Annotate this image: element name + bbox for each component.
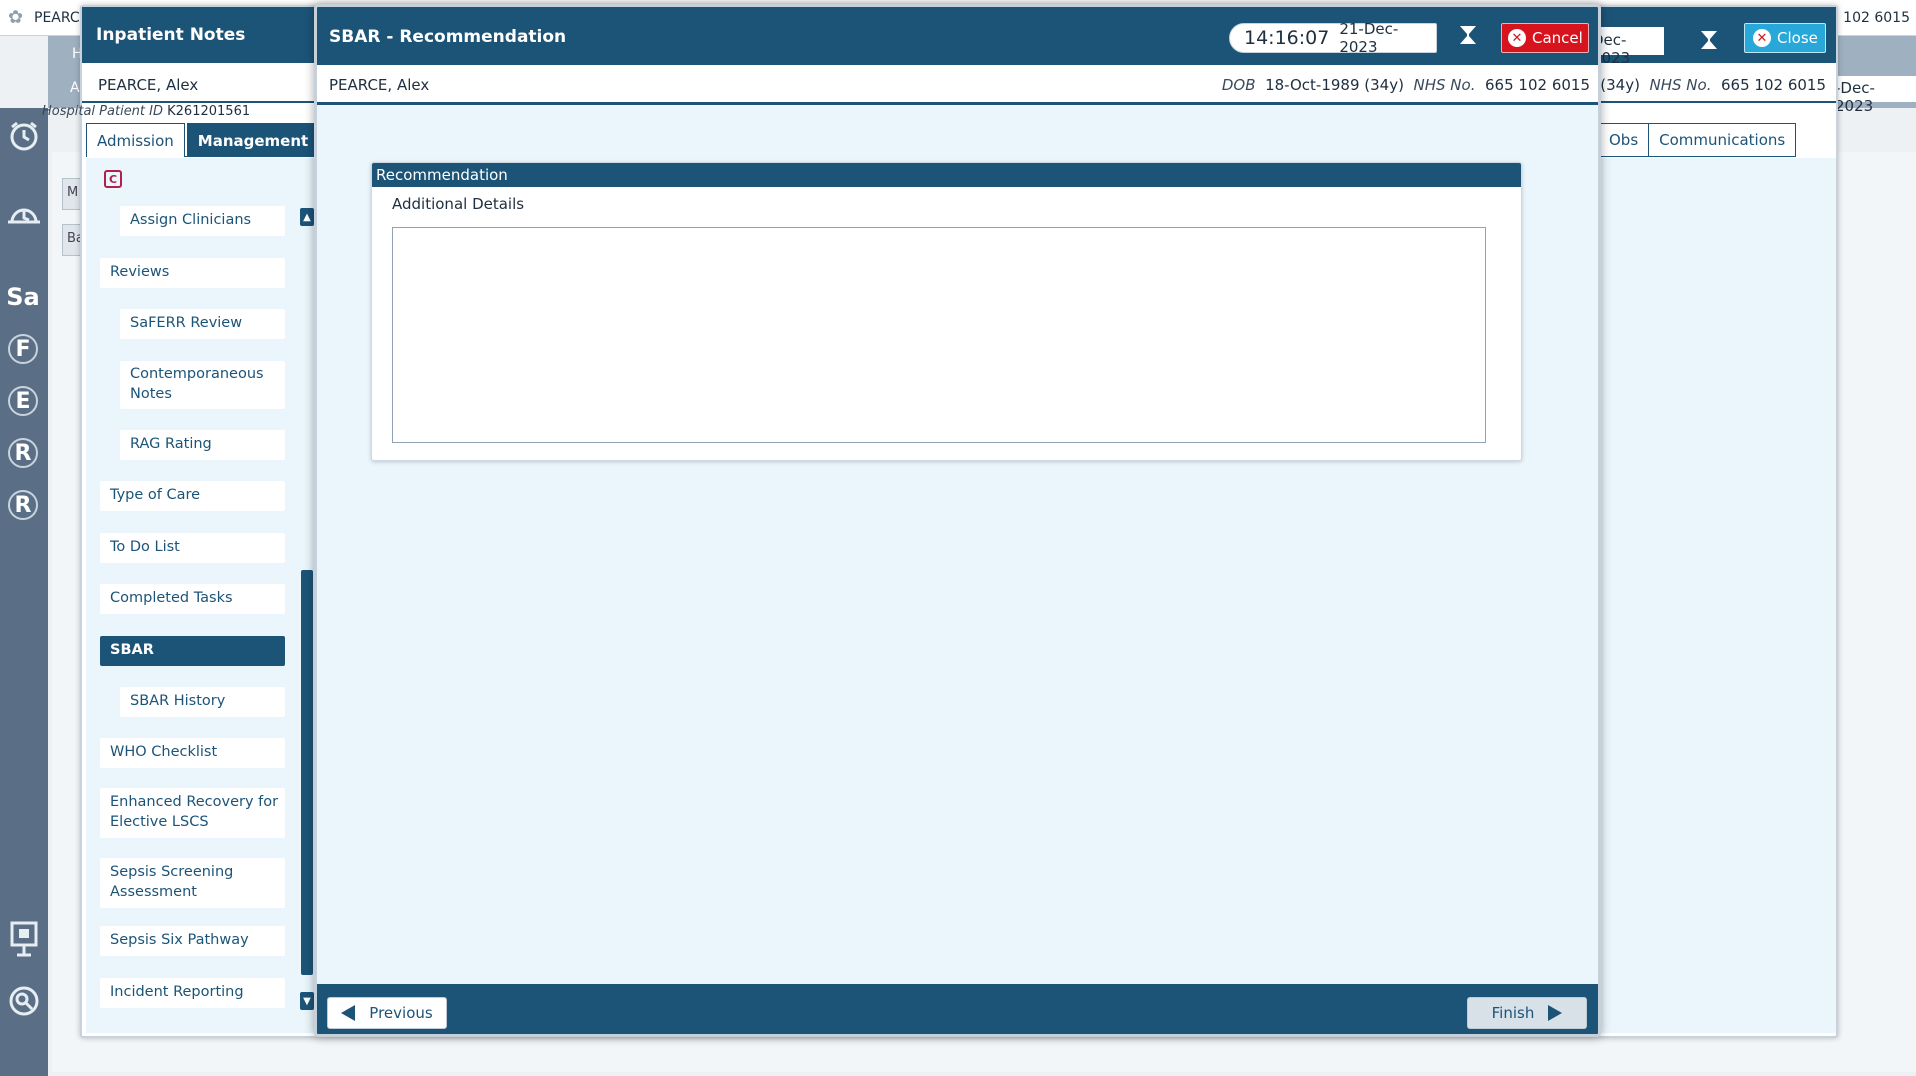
notes-tabs: Admission Management R: [86, 123, 344, 157]
menu-item-who-checklist[interactable]: WHO Checklist: [100, 738, 285, 768]
section-title: Recommendation: [372, 163, 1521, 187]
dialog-footer: Previous Finish: [317, 984, 1598, 1034]
triangle-right-icon: [1548, 1005, 1563, 1021]
app-logo-icon: ✿: [8, 7, 24, 28]
menu-item-rag-rating[interactable]: RAG Rating: [120, 430, 285, 460]
menu-item-contemporaneous-notes[interactable]: Contemporaneous Notes: [120, 361, 285, 409]
rail-letter[interactable]: R: [8, 490, 38, 520]
rail-letter[interactable]: Sa: [6, 282, 39, 312]
nhs-number: 665 102 6015: [1485, 76, 1590, 94]
sbar-patient-banner: PEARCE, Alex DOB 18-Oct-1989 (34y) NHS N…: [317, 65, 1598, 105]
date-value: 21-Dec-2023: [1339, 20, 1399, 56]
tab-communications[interactable]: Communications: [1648, 123, 1797, 157]
nhs-label: NHS No.: [1413, 76, 1476, 94]
tab-management[interactable]: Management: [186, 123, 320, 157]
patient-identifiers: 9 (34y) NHS No. 665 102 6015: [1586, 76, 1826, 94]
cancel-button-label: Cancel: [1532, 29, 1583, 47]
left-rail: Sa F E R R: [0, 108, 48, 1076]
rail-letter[interactable]: E: [8, 386, 38, 416]
sbar-titlebar: SBAR - Recommendation 14:16:07 21-Dec-20…: [317, 7, 1598, 65]
background-patient-name: PEARC: [34, 10, 80, 26]
nhs-number: 665 102 6015: [1721, 76, 1826, 94]
menu-item-assign-clinicians[interactable]: Assign Clinicians: [120, 206, 285, 236]
menu-item-saferr-review[interactable]: SaFERR Review: [120, 309, 285, 339]
menu-item-sbar-history[interactable]: SBAR History: [120, 687, 285, 717]
menu-item-reviews[interactable]: Reviews: [100, 258, 285, 288]
menu-item-enhanced-recovery[interactable]: Enhanced Recovery for Elective LSCS: [100, 788, 285, 838]
search-icon[interactable]: [0, 978, 48, 1024]
patient-name: PEARCE, Alex: [329, 76, 430, 94]
additional-details-input[interactable]: [392, 227, 1486, 443]
background-date: -Dec-2023: [1830, 76, 1916, 115]
background-band-letter: A: [70, 80, 80, 96]
previous-button[interactable]: Previous: [327, 997, 447, 1029]
additional-details-label: Additional Details: [392, 195, 525, 213]
notes-title: Inpatient Notes: [96, 25, 246, 45]
time-value: 14:16:07: [1244, 27, 1330, 49]
hospital-id-value: K261201561: [167, 104, 251, 119]
menu-scrollbar[interactable]: ▲ ▼: [300, 208, 314, 1010]
dob-value: 18-Oct-1989 (34y): [1265, 76, 1404, 94]
tab-obs[interactable]: Obs: [1598, 123, 1650, 157]
hospital-id-label: Hospital Patient ID: [42, 104, 163, 119]
notes-date: Dec-2023: [1590, 27, 1664, 67]
sbar-dialog: SBAR - Recommendation 14:16:07 21-Dec-20…: [314, 4, 1601, 1037]
menu-item-sbar[interactable]: SBAR: [100, 636, 285, 666]
datetime-field[interactable]: 14:16:07 21-Dec-2023: [1229, 20, 1437, 56]
clock-history-icon[interactable]: [0, 192, 48, 238]
rail-letter[interactable]: F: [8, 334, 38, 364]
finish-button-label: Finish: [1491, 1004, 1535, 1022]
menu-item-type-of-care[interactable]: Type of Care: [100, 481, 285, 511]
menu-item-completed-tasks[interactable]: Completed Tasks: [100, 584, 285, 614]
filter-icon[interactable]: [1700, 30, 1718, 55]
chevron-up-icon[interactable]: ▲: [300, 208, 314, 226]
close-x-icon: ✕: [1508, 29, 1526, 47]
close-button-label: Close: [1777, 29, 1818, 47]
scrollbar-thumb[interactable]: [301, 570, 313, 975]
menu-item-sepsis-screening[interactable]: Sepsis Screening Assessment: [100, 858, 285, 908]
menu-item-incident-reporting[interactable]: Incident Reporting: [100, 978, 285, 1008]
dob-label: DOB: [1221, 76, 1256, 94]
patient-identifiers: DOB 18-Oct-1989 (34y) NHS No. 665 102 60…: [1222, 76, 1590, 94]
recommendation-panel: Recommendation Additional Details: [371, 162, 1522, 461]
background-nhs-number: 5 102 6015: [1829, 10, 1910, 26]
c-badge-icon[interactable]: C: [104, 170, 122, 188]
triangle-left-icon: [341, 1005, 356, 1021]
menu-item-to-do-list[interactable]: To Do List: [100, 533, 285, 563]
menu-item-sepsis-six-pathway[interactable]: Sepsis Six Pathway: [100, 926, 285, 956]
previous-button-label: Previous: [369, 1004, 433, 1022]
finish-button[interactable]: Finish: [1467, 997, 1587, 1029]
alarm-clock-icon[interactable]: [0, 113, 48, 159]
tab-admission[interactable]: Admission: [86, 123, 185, 157]
close-button[interactable]: ✕ Close: [1744, 23, 1826, 53]
presentation-board-icon[interactable]: [0, 916, 48, 962]
filter-icon[interactable]: [1459, 25, 1477, 49]
close-x-icon: ✕: [1753, 29, 1771, 47]
rail-letter[interactable]: R: [8, 438, 38, 468]
chevron-down-icon[interactable]: ▼: [300, 992, 314, 1010]
dialog-title: SBAR - Recommendation: [329, 27, 567, 47]
hospital-patient-id: Hospital Patient ID K261201561: [42, 104, 250, 119]
notes-tabs-right: Obs Communications: [1598, 123, 1797, 157]
patient-name: PEARCE, Alex: [98, 76, 199, 94]
nhs-label: NHS No.: [1649, 76, 1712, 94]
cancel-button[interactable]: ✕ Cancel: [1501, 23, 1589, 53]
